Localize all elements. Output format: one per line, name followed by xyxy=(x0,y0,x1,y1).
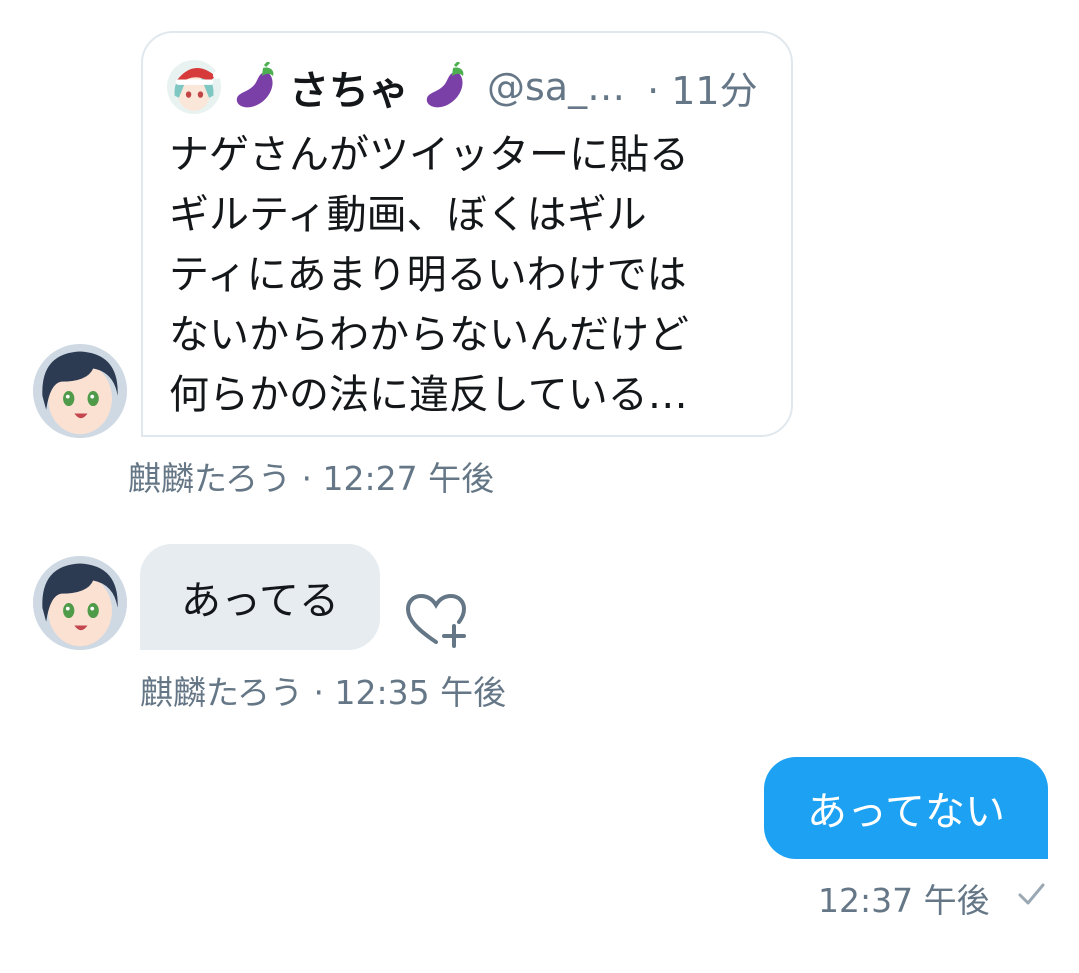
message-timestamp: · 12:35 午後 xyxy=(313,673,507,712)
quoted-tweet-header: さちゃ @sa_… · 11分 xyxy=(167,55,758,119)
quoted-text-line: ティにあまり明るいわけでは xyxy=(169,252,687,298)
sender-name: 麒麟たろう xyxy=(128,459,292,498)
quoted-tweet-card[interactable]: さちゃ @sa_… · 11分 ナゲさんがツイッターに貼る ギルティ動画、ぼくは… xyxy=(141,31,793,437)
incoming-message-bubble[interactable]: あってる xyxy=(140,544,380,650)
outgoing-message-bubble[interactable]: あってない xyxy=(764,757,1048,859)
message-text: あってる xyxy=(181,578,339,624)
sender-avatar[interactable] xyxy=(33,344,127,438)
quoted-text-line: ギルティ動画、ぼくはギル xyxy=(169,192,647,238)
quoted-text-line: ナゲさんがツイッターに貼る xyxy=(169,132,689,178)
eggplant-icon xyxy=(229,62,279,112)
dm-conversation: さちゃ @sa_… · 11分 ナゲさんがツイッターに貼る ギルティ動画、ぼくは… xyxy=(0,0,1079,973)
message-text: あってない xyxy=(807,789,1005,835)
quoted-text-line: 何らかの法に違反している… xyxy=(169,372,688,418)
message-timestamp: 12:37 午後 xyxy=(818,881,990,920)
sender-name: 麒麟たろう xyxy=(140,673,304,712)
quoted-author-name: さちゃ xyxy=(289,68,409,114)
sender-avatar[interactable] xyxy=(33,556,127,650)
check-icon xyxy=(1016,880,1046,908)
message-timestamp: · 12:27 午後 xyxy=(301,459,495,498)
quoted-author-handle: @sa_… xyxy=(487,65,626,109)
message-meta: 麒麟たろう · 12:35 午後 xyxy=(140,666,506,714)
message-meta: 麒麟たろう · 12:27 午後 xyxy=(128,452,494,500)
heart-plus-icon[interactable] xyxy=(404,592,468,648)
quoted-text-line: ないからわからないんだけど xyxy=(169,312,689,358)
quoted-tweet-time: · 11分 xyxy=(647,68,758,113)
santa-hat-avatar-icon xyxy=(167,60,221,114)
quoted-tweet-text: ナゲさんがツイッターに貼る ギルティ動画、ぼくはギル ティにあまり明るいわけでは… xyxy=(169,125,769,425)
eggplant-icon xyxy=(419,62,469,112)
